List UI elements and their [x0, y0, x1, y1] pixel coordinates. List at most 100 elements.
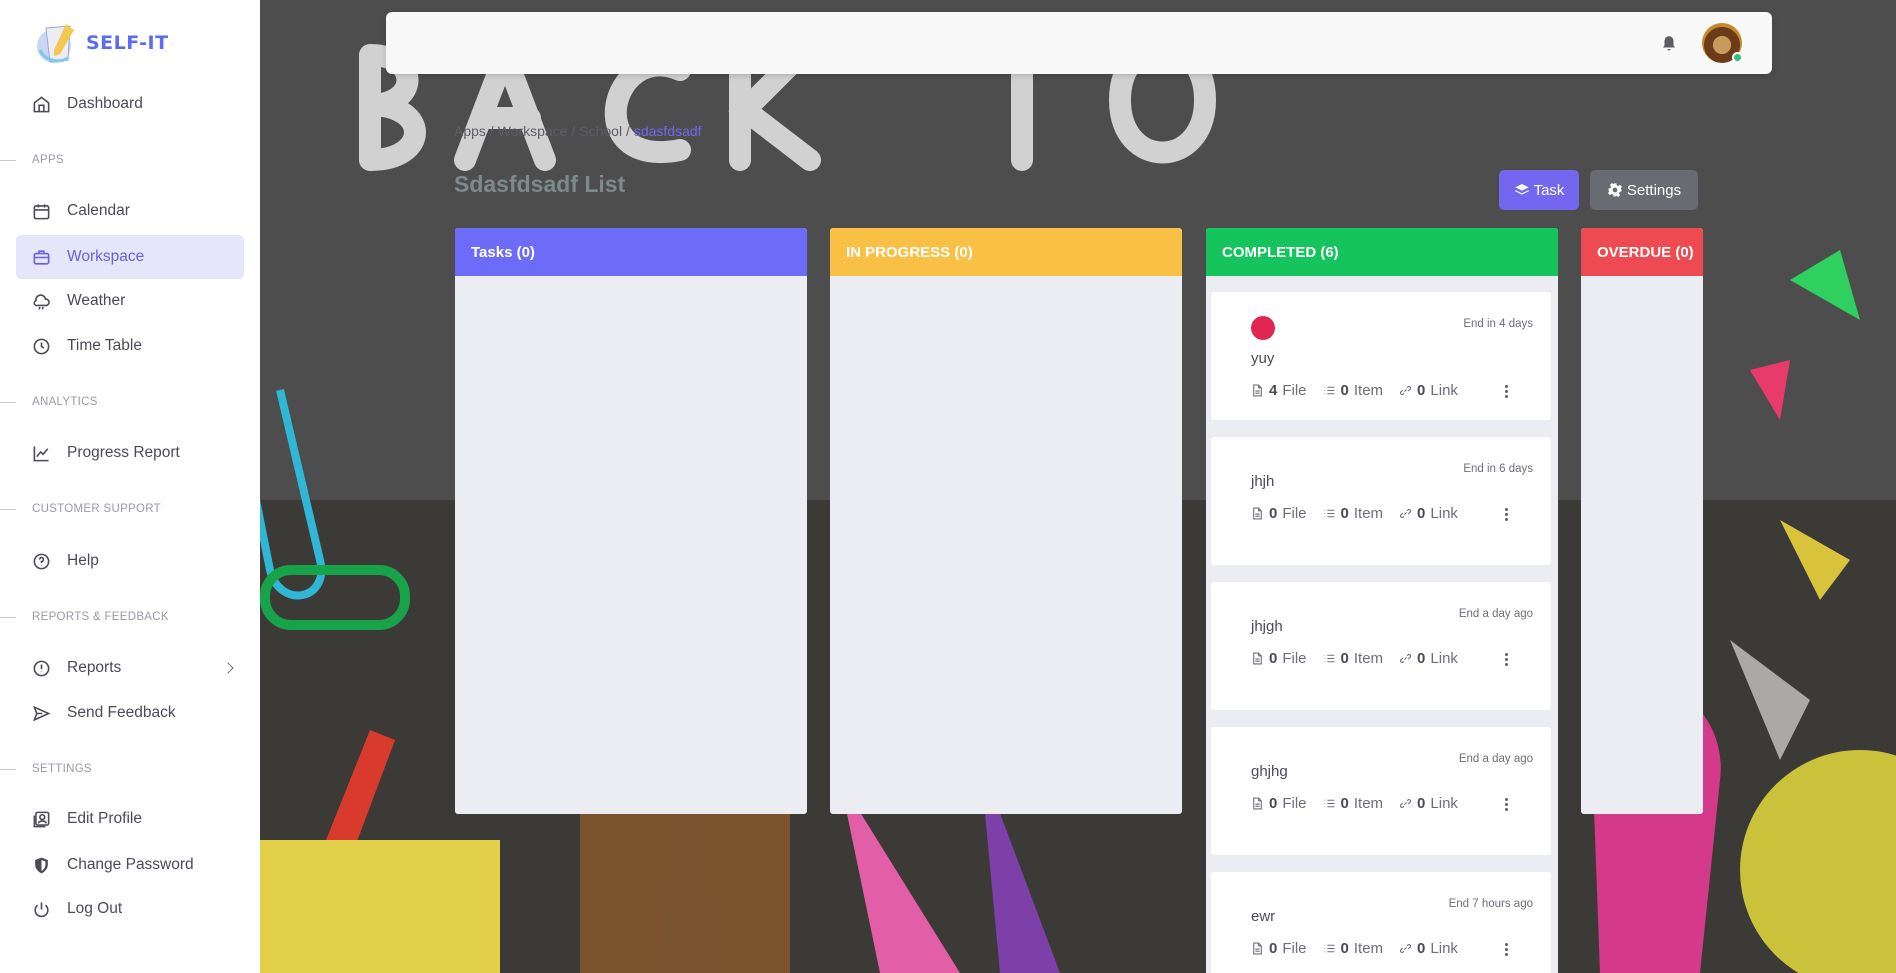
more-vertical-icon[interactable] — [1505, 653, 1509, 667]
column-in-progress: IN PROGRESS (0) — [830, 228, 1182, 814]
column-completed: COMPLETED (6) End in 4 days yuy 4 File 0I… — [1206, 228, 1558, 973]
sidebar-item-label: Help — [67, 552, 99, 569]
column-header-tasks: Tasks (0) — [455, 228, 807, 276]
file-icon — [1253, 797, 1262, 810]
task-name: jhjgh — [1251, 618, 1283, 635]
task-stats: 4 File 0 Item 0 Link — [1251, 382, 1458, 399]
sidebar-item-send-feedback[interactable]: Send Feedback — [16, 691, 244, 735]
file-count: 4 File — [1251, 382, 1307, 399]
sidebar-item-label: Time Table — [67, 337, 142, 354]
list-icon — [1324, 799, 1334, 808]
sidebar-item-label: Log Out — [67, 900, 123, 917]
calendar-icon — [33, 203, 50, 219]
avatar[interactable] — [1702, 23, 1743, 63]
chevron-right-icon — [222, 662, 234, 674]
breadcrumb-workspace[interactable]: Workspace / — [498, 123, 576, 139]
column-overdue: OVERDUE (0) — [1581, 228, 1703, 814]
sidebar-item-label: Weather — [67, 292, 126, 309]
clock-icon — [33, 338, 50, 354]
send-icon — [32, 705, 51, 721]
sidebar-item-calendar[interactable]: Calendar — [16, 189, 244, 233]
link-count: 0 Link — [1399, 505, 1458, 522]
sidebar-item-help[interactable]: Help — [16, 539, 244, 583]
item-count: 0 Item — [1323, 382, 1383, 399]
file-count: 0 File — [1251, 650, 1307, 667]
sidebar-item-label: Change Password — [67, 856, 194, 873]
file-count: 0 File — [1251, 795, 1307, 812]
sidebar-item-change-password[interactable]: Change Password — [16, 843, 244, 887]
link-icon — [1400, 386, 1412, 395]
sidebar-item-label: Edit Profile — [67, 810, 142, 827]
power-icon — [34, 901, 49, 917]
list-icon — [1324, 509, 1334, 518]
app-logo[interactable]: SELF-IT — [34, 20, 169, 66]
section-analytics: ANALYTICS — [0, 396, 240, 408]
task-stats: 0 File 0 Item 0 Link — [1251, 795, 1458, 812]
column-tasks: Tasks (0) — [455, 228, 807, 814]
more-vertical-icon[interactable] — [1505, 798, 1509, 812]
bell-icon[interactable] — [1660, 34, 1678, 52]
section-reports-feedback: REPORTS & FEEDBACK — [0, 611, 240, 623]
link-count: 0 Link — [1399, 795, 1458, 812]
shield-icon — [35, 857, 48, 873]
logo-icon — [34, 20, 80, 66]
task-due: End a day ago — [1458, 753, 1533, 765]
sidebar-item-label: Send Feedback — [67, 704, 176, 721]
help-circle-icon — [33, 553, 50, 569]
sidebar-item-dashboard[interactable]: Dashboard — [16, 82, 244, 126]
link-icon — [1400, 944, 1412, 953]
more-vertical-icon[interactable] — [1505, 508, 1509, 522]
layers-icon — [1514, 184, 1529, 195]
sidebar-item-progress-report[interactable]: Progress Report — [16, 431, 244, 475]
task-due: End in 4 days — [1463, 318, 1533, 330]
task-due: End a day ago — [1458, 608, 1533, 620]
item-count: 0 Item — [1323, 940, 1383, 957]
task-card[interactable]: End in 4 days yuy 4 File 0 Item 0 Link — [1211, 292, 1551, 420]
app-name: SELF-IT — [86, 32, 169, 54]
sidebar-item-reports[interactable]: Reports — [16, 646, 244, 690]
more-vertical-icon[interactable] — [1505, 385, 1509, 399]
task-card[interactable]: End a day ago ghjhg 0 File 0 Item 0 Link — [1211, 727, 1551, 855]
section-settings: SETTINGS — [0, 763, 240, 775]
column-header-completed: COMPLETED (6) — [1206, 228, 1558, 276]
settings-button[interactable]: Settings — [1590, 170, 1698, 210]
column-header-in-progress: IN PROGRESS (0) — [830, 228, 1182, 276]
task-card[interactable]: End 7 hours ago ewr 0 File 0 Item 0 Link — [1211, 872, 1551, 973]
task-card[interactable]: End a day ago jhjgh 0 File 0 Item 0 Link — [1211, 582, 1551, 710]
file-icon — [1253, 942, 1262, 955]
breadcrumb: Apps / Workspace / School / sdasfdsadf — [454, 123, 702, 139]
file-icon — [1253, 507, 1262, 520]
breadcrumb-current: sdasfdsadf — [633, 123, 702, 139]
link-count: 0 Link — [1399, 650, 1458, 667]
sidebar-item-edit-profile[interactable]: Edit Profile — [16, 797, 244, 841]
online-status-dot — [1732, 52, 1743, 63]
task-name: yuy — [1251, 350, 1275, 367]
link-count: 0 Link — [1399, 940, 1458, 957]
sidebar-item-label: Calendar — [67, 202, 130, 219]
column-header-overdue: OVERDUE (0) — [1581, 228, 1703, 276]
task-stats: 0 File 0 Item 0 Link — [1251, 505, 1458, 522]
add-task-button[interactable]: Task — [1499, 170, 1579, 210]
sidebar-item-time-table[interactable]: Time Table — [16, 324, 244, 368]
sidebar-item-log-out[interactable]: Log Out — [16, 887, 244, 931]
task-name: ghjhg — [1251, 763, 1288, 780]
link-count: 0 Link — [1399, 382, 1458, 399]
item-count: 0 Item — [1323, 505, 1383, 522]
briefcase-icon — [33, 249, 50, 265]
file-count: 0 File — [1251, 940, 1307, 957]
more-vertical-icon[interactable] — [1505, 943, 1509, 957]
breadcrumb-school[interactable]: School / — [579, 123, 630, 139]
breadcrumb-apps[interactable]: Apps / — [454, 123, 494, 139]
page-title: Sdasfdsadf List — [454, 171, 626, 197]
link-icon — [1400, 799, 1412, 808]
task-due: End 7 hours ago — [1448, 898, 1533, 910]
task-card[interactable]: End in 6 days jhjh 0 File 0 Item 0 Link — [1211, 437, 1551, 565]
link-icon — [1400, 654, 1412, 663]
top-navbar — [386, 12, 1772, 74]
task-name: ewr — [1251, 908, 1276, 925]
sidebar-item-label: Dashboard — [67, 95, 143, 112]
settings-label: Settings — [1626, 181, 1682, 199]
sidebar-item-weather[interactable]: Weather — [16, 279, 244, 323]
user-card-icon — [33, 811, 50, 827]
sidebar-item-workspace[interactable]: Workspace — [16, 235, 244, 279]
